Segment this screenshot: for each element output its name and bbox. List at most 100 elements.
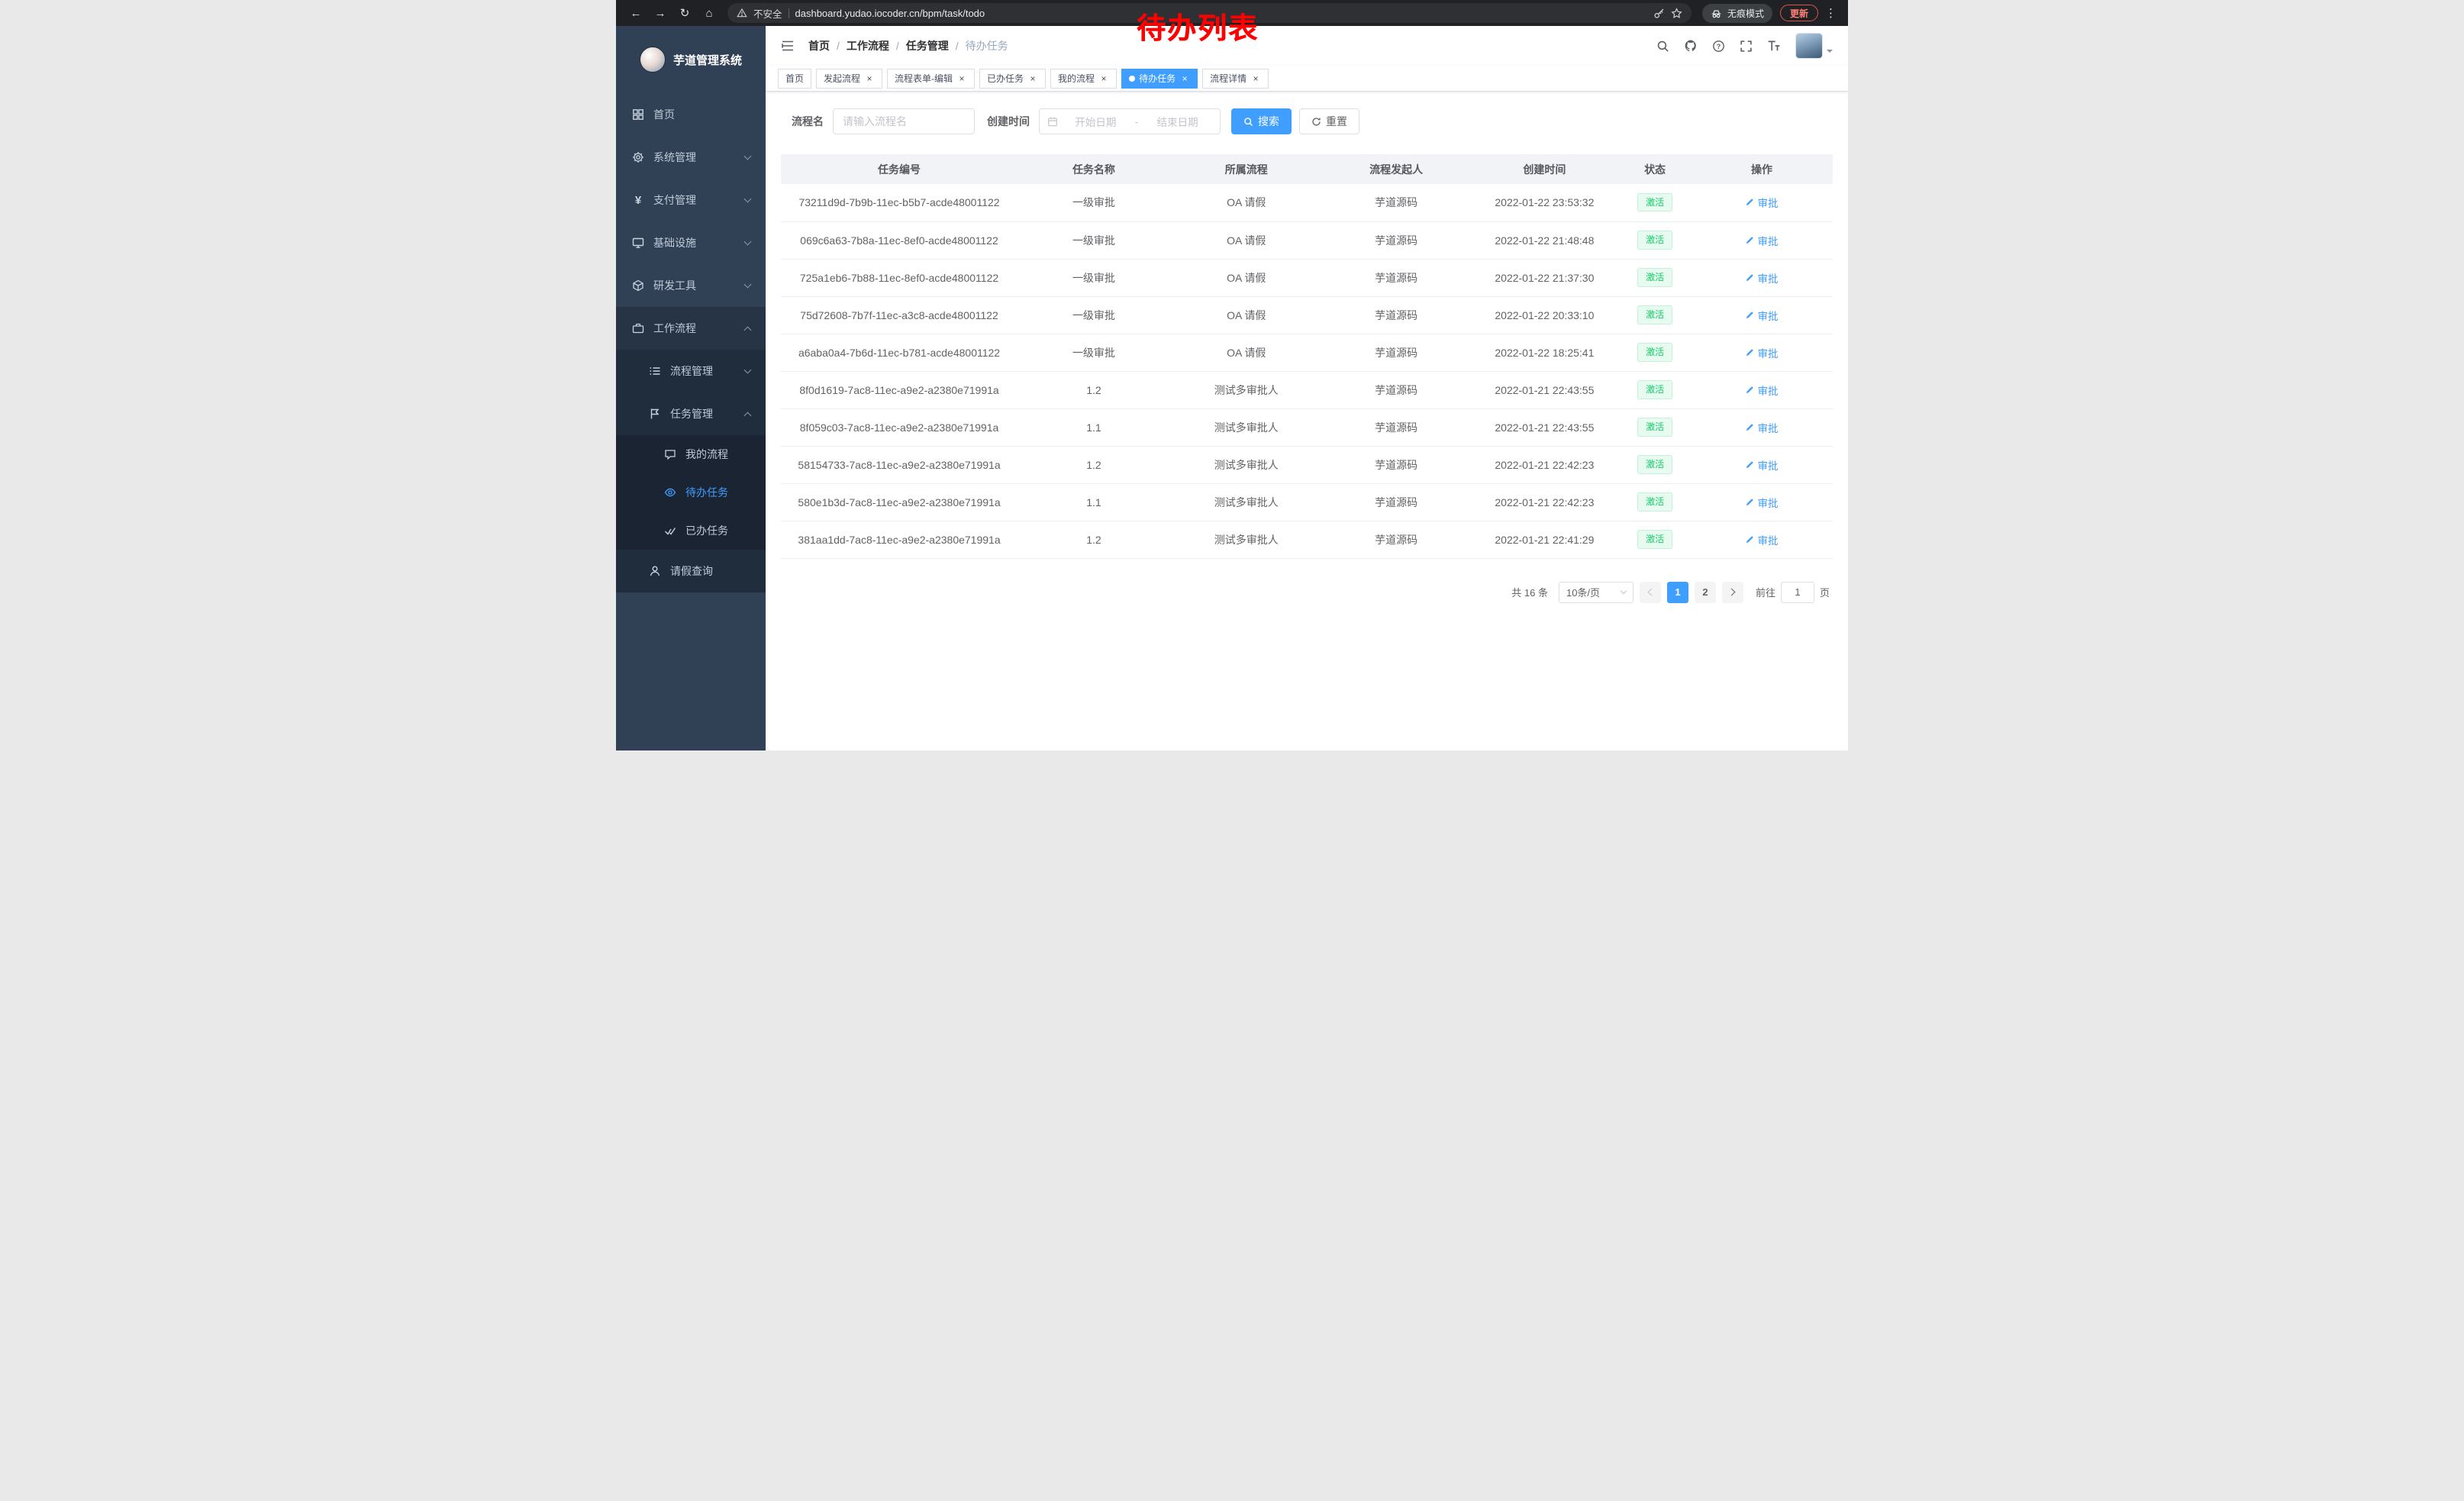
caret-down-icon: [1827, 50, 1833, 56]
tab-process-detail[interactable]: 流程详情 ×: [1202, 69, 1269, 89]
cell-created: 2022-01-22 18:25:41: [1470, 334, 1620, 371]
cell-actions: 审批: [1691, 259, 1833, 296]
avatar[interactable]: [1795, 33, 1823, 59]
fullscreen-icon[interactable]: [1740, 40, 1753, 53]
status-badge: 激活: [1637, 455, 1672, 473]
sidebar-item-home[interactable]: 首页: [616, 93, 766, 136]
url-text[interactable]: dashboard.yudao.iocoder.cn/bpm/task/todo: [795, 8, 985, 19]
start-date-placeholder[interactable]: 开始日期: [1061, 114, 1130, 129]
address-bar[interactable]: 不安全 dashboard.yudao.iocoder.cn/bpm/task/…: [727, 3, 1692, 23]
close-icon[interactable]: ×: [1098, 73, 1109, 84]
tab-todo-tasks[interactable]: 待办任务 ×: [1121, 69, 1198, 89]
process-name-input[interactable]: [833, 108, 975, 134]
chevron-right-icon: [1728, 589, 1736, 596]
browser-menu-icon[interactable]: ⋮: [1821, 6, 1840, 20]
close-icon[interactable]: ×: [1179, 73, 1190, 84]
approve-link-label: 审批: [1757, 495, 1778, 510]
tab-form-edit[interactable]: 流程表单-编辑 ×: [887, 69, 975, 89]
sidebar-item-payment[interactable]: ¥ 支付管理: [616, 179, 766, 221]
goto-page-input[interactable]: [1781, 582, 1814, 603]
breadcrumb-task-mgmt[interactable]: 任务管理: [906, 38, 949, 53]
process-name-label: 流程名: [792, 114, 824, 129]
sidebar-item-process-mgmt[interactable]: 流程管理: [616, 350, 766, 392]
sidebar-item-system[interactable]: 系统管理: [616, 136, 766, 179]
close-icon[interactable]: ×: [956, 73, 967, 84]
user-icon: [648, 565, 662, 577]
breadcrumb-home[interactable]: 首页: [808, 38, 830, 53]
forward-icon[interactable]: →: [650, 3, 670, 23]
tags-view: 首页 发起流程 × 流程表单-编辑 × 已办任务 × 我的流程 ×: [766, 66, 1848, 92]
update-button[interactable]: 更新: [1780, 5, 1818, 21]
close-icon[interactable]: ×: [1027, 73, 1038, 84]
col-task-id: 任务编号: [781, 154, 1018, 184]
user-menu[interactable]: [1795, 33, 1833, 59]
next-page-button[interactable]: [1722, 582, 1743, 603]
sidebar-item-label: 研发工具: [653, 278, 696, 293]
search-button[interactable]: 搜索: [1231, 108, 1292, 134]
tab-home[interactable]: 首页: [778, 69, 811, 89]
home-icon[interactable]: ⌂: [699, 3, 719, 23]
sidebar-item-leave-query[interactable]: 请假查询: [616, 550, 766, 592]
cell-task-id: 75d72608-7b7f-11ec-a3c8-acde48001122: [781, 296, 1018, 334]
close-icon[interactable]: ×: [864, 73, 875, 84]
cell-task-id: 73211d9d-7b9b-11ec-b5b7-acde48001122: [781, 184, 1018, 221]
cell-initiator: 芋道源码: [1323, 446, 1470, 483]
help-icon[interactable]: ?: [1712, 40, 1725, 53]
reset-button[interactable]: 重置: [1299, 108, 1359, 134]
close-icon[interactable]: ×: [1250, 73, 1261, 84]
approve-link[interactable]: 审批: [1745, 308, 1778, 323]
sidebar-item-infra[interactable]: 基础设施: [616, 221, 766, 264]
cell-status: 激活: [1619, 296, 1691, 334]
sidebar-item-todo-tasks[interactable]: 待办任务: [616, 473, 766, 512]
reload-icon[interactable]: ↻: [675, 3, 695, 23]
eye-icon: [663, 486, 677, 499]
font-size-icon[interactable]: [1767, 39, 1781, 53]
approve-link[interactable]: 审批: [1745, 233, 1778, 248]
page-button-1[interactable]: 1: [1667, 582, 1688, 603]
tab-my-process[interactable]: 我的流程 ×: [1050, 69, 1117, 89]
sidebar-item-workflow[interactable]: 工作流程: [616, 307, 766, 350]
tab-label: 待办任务: [1139, 72, 1176, 85]
cell-process: 测试多审批人: [1170, 408, 1323, 446]
sidebar-item-done-tasks[interactable]: 已办任务: [616, 512, 766, 550]
cell-created: 2022-01-21 22:42:23: [1470, 483, 1620, 521]
bookmark-star-icon[interactable]: [1671, 8, 1682, 19]
table-row: 75d72608-7b7f-11ec-a3c8-acde48001122 一级审…: [781, 296, 1833, 334]
approve-link[interactable]: 审批: [1745, 270, 1778, 286]
sidebar-collapse-icon[interactable]: [781, 39, 795, 53]
cell-process: OA 请假: [1170, 334, 1323, 371]
sidebar-item-task-mgmt[interactable]: 任务管理: [616, 392, 766, 435]
approve-link[interactable]: 审批: [1745, 457, 1778, 473]
date-range-picker[interactable]: 开始日期 - 结束日期: [1039, 108, 1221, 134]
cell-task-name: 1.2: [1018, 521, 1170, 558]
tab-label: 发起流程: [824, 72, 860, 85]
sidebar-item-devtools[interactable]: 研发工具: [616, 264, 766, 307]
page-size-select[interactable]: 10条/页: [1559, 582, 1634, 603]
breadcrumb-workflow[interactable]: 工作流程: [847, 38, 889, 53]
end-date-placeholder[interactable]: 结束日期: [1143, 114, 1212, 129]
approve-link[interactable]: 审批: [1745, 383, 1778, 398]
approve-link[interactable]: 审批: [1745, 195, 1778, 210]
briefcase-icon: [631, 322, 645, 334]
page-button-2[interactable]: 2: [1695, 582, 1716, 603]
approve-link[interactable]: 审批: [1745, 345, 1778, 360]
key-icon[interactable]: [1653, 8, 1665, 19]
approve-link[interactable]: 审批: [1745, 495, 1778, 510]
reset-button-label: 重置: [1326, 114, 1347, 129]
tab-start-process[interactable]: 发起流程 ×: [816, 69, 882, 89]
search-icon[interactable]: [1656, 40, 1669, 53]
approve-link-label: 审批: [1757, 532, 1778, 547]
back-icon[interactable]: ←: [626, 3, 646, 23]
sidebar-item-my-process[interactable]: 我的流程: [616, 435, 766, 473]
prev-page-button[interactable]: [1640, 582, 1661, 603]
sidebar-item-label: 系统管理: [653, 150, 696, 165]
cell-status: 激活: [1619, 408, 1691, 446]
app-logo[interactable]: 芋道管理系统: [616, 26, 766, 93]
cell-actions: 审批: [1691, 221, 1833, 259]
security-label[interactable]: 不安全: [753, 6, 782, 21]
tab-done-tasks[interactable]: 已办任务 ×: [979, 69, 1046, 89]
github-icon[interactable]: [1684, 39, 1698, 53]
approve-link[interactable]: 审批: [1745, 532, 1778, 547]
topbar-actions: ?: [1656, 33, 1833, 59]
approve-link[interactable]: 审批: [1745, 420, 1778, 435]
